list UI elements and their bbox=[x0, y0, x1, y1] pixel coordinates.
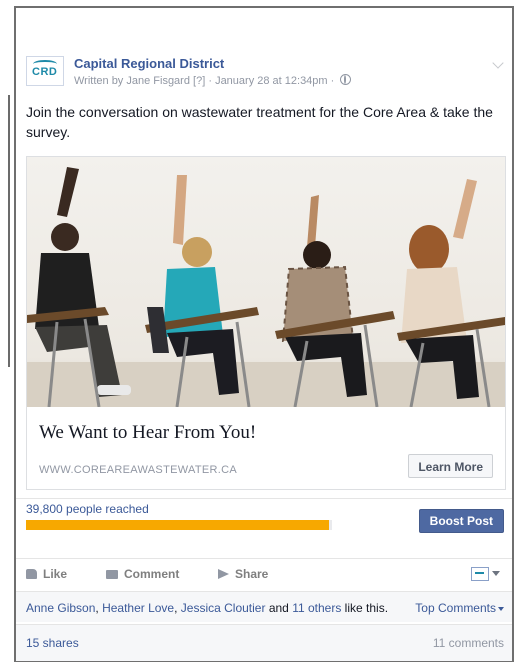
link-title[interactable]: We Want to Hear From You! bbox=[39, 422, 256, 444]
liker-link[interactable]: Jessica Cloutier bbox=[181, 601, 266, 615]
globe-icon[interactable] bbox=[340, 74, 352, 85]
likes-summary: Anne Gibson, Heather Love, Jessica Clout… bbox=[16, 591, 512, 622]
link-domain: WWW.COREAREAWASTEWATER.CA bbox=[39, 464, 237, 476]
share-label: Share bbox=[235, 567, 269, 581]
post-timestamp[interactable]: January 28 at 12:34pm bbox=[215, 75, 328, 87]
meta-separator-2: · bbox=[330, 75, 335, 87]
post-meta: Written by Jane Fisgard [?] · January 28… bbox=[74, 74, 352, 87]
share-arrow-icon bbox=[218, 569, 229, 579]
learn-more-button[interactable]: Learn More bbox=[408, 454, 493, 478]
and-text: and bbox=[265, 601, 293, 615]
caret-down-icon bbox=[492, 571, 500, 577]
share-button[interactable]: Share bbox=[218, 567, 268, 581]
post-message: Join the conversation on wastewater trea… bbox=[26, 104, 493, 140]
logo-text: CRD bbox=[32, 66, 58, 78]
shares-count[interactable]: 15 shares bbox=[26, 636, 79, 650]
liker-link[interactable]: Anne Gibson bbox=[26, 601, 95, 615]
students-raising-hands-image bbox=[27, 157, 505, 407]
others-link[interactable]: 11 others bbox=[292, 601, 341, 615]
like-suffix: like this. bbox=[341, 601, 389, 615]
caret-down-icon bbox=[498, 606, 504, 611]
thumbs-up-icon bbox=[26, 569, 37, 579]
reach-bar bbox=[26, 520, 332, 530]
top-comments-label: Top Comments bbox=[415, 601, 496, 615]
reach-count[interactable]: 39,800 people reached bbox=[26, 502, 149, 516]
liker-link[interactable]: Heather Love bbox=[102, 601, 174, 615]
page-avatar[interactable]: CRD bbox=[26, 56, 64, 86]
top-comments-dropdown[interactable]: Top Comments bbox=[415, 601, 504, 615]
post-as-selector[interactable] bbox=[471, 565, 500, 583]
facebook-post-card: CRD Capital Regional District Written by… bbox=[14, 6, 514, 662]
action-bar: Like Comment Share bbox=[16, 558, 512, 589]
reach-insights: 39,800 people reached Boost Post bbox=[16, 498, 512, 549]
like-label: Like bbox=[43, 567, 68, 581]
comment-label: Comment bbox=[124, 567, 180, 581]
meta-separator: · bbox=[208, 75, 212, 87]
link-preview-photo[interactable] bbox=[27, 157, 505, 407]
reach-bar-fill bbox=[26, 520, 329, 530]
chevron-down-icon[interactable] bbox=[492, 57, 504, 69]
separator: , bbox=[174, 601, 181, 615]
comment-icon bbox=[106, 570, 118, 579]
likers-sentence: Anne Gibson, Heather Love, Jessica Clout… bbox=[26, 601, 388, 615]
link-preview[interactable]: We Want to Hear From You! WWW.COREAREAWA… bbox=[26, 156, 506, 490]
page-name-link[interactable]: Capital Regional District bbox=[74, 56, 224, 71]
page-mini-avatar bbox=[471, 566, 489, 581]
left-border-rule bbox=[0, 95, 10, 367]
engagement-counts: 15 shares 11 comments bbox=[16, 624, 512, 661]
boost-post-button[interactable]: Boost Post bbox=[418, 509, 504, 533]
post-header: CRD Capital Regional District Written by… bbox=[26, 54, 504, 94]
byline: Written by Jane Fisgard bbox=[74, 75, 190, 87]
help-marker[interactable]: [?] bbox=[193, 75, 205, 87]
comments-count[interactable]: 11 comments bbox=[433, 636, 504, 650]
like-button[interactable]: Like bbox=[26, 567, 67, 581]
comment-button[interactable]: Comment bbox=[106, 567, 179, 581]
